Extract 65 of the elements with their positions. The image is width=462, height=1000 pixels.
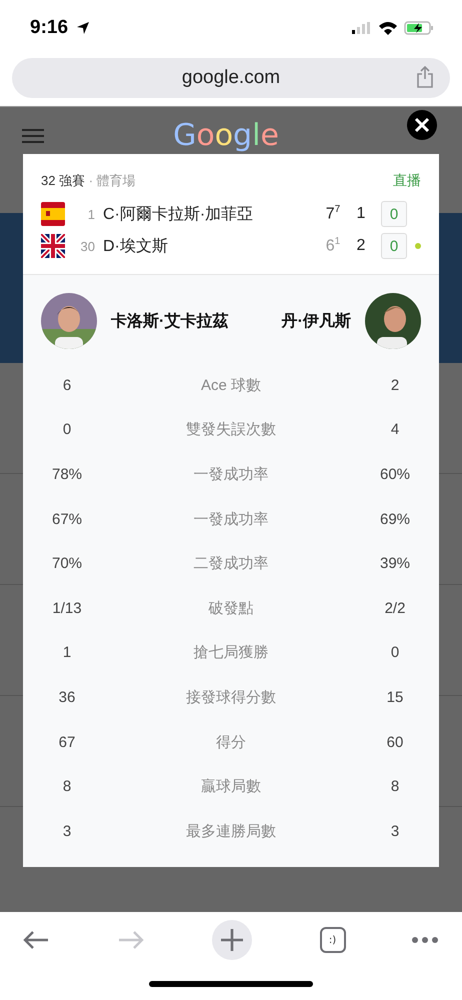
stat-value: 3 — [390, 822, 400, 840]
close-icon — [414, 117, 430, 133]
stat-label: 贏球局數 — [200, 777, 262, 796]
stat-value: 78% — [50, 466, 84, 483]
more-icon[interactable] — [412, 937, 438, 943]
player-name: C·阿爾卡拉斯·加菲亞 — [103, 204, 254, 224]
share-icon[interactable] — [416, 66, 434, 88]
close-button[interactable] — [407, 110, 437, 140]
set-score: 2 — [356, 237, 366, 255]
seed-number: 1 — [86, 206, 95, 222]
wifi-icon — [378, 21, 398, 35]
signal-icon — [352, 22, 372, 34]
stat-label: 一發成功率 — [192, 464, 270, 484]
stat-value: 2/2 — [384, 600, 406, 617]
location-arrow-icon — [76, 21, 90, 35]
stat-label: 得分 — [215, 732, 247, 752]
stat-value: 0 — [62, 421, 72, 438]
stat-label: 雙發失誤次數 — [185, 420, 277, 440]
stat-value: 39% — [378, 555, 412, 572]
stat-value: 3 — [62, 822, 72, 840]
google-logo: Google — [173, 120, 279, 152]
menu-icon[interactable] — [22, 128, 44, 144]
stat-value: 60% — [378, 466, 412, 483]
stat-label: Ace 球數 — [200, 376, 262, 395]
player-name: 卡洛斯·艾卡拉茲 — [111, 312, 228, 332]
player-name: D·埃文斯 — [103, 236, 169, 256]
address-bar[interactable]: google.com — [12, 58, 450, 98]
stat-value: 67 — [58, 734, 76, 751]
stat-value: 6 — [62, 376, 72, 394]
seed-number: 30 — [80, 238, 95, 254]
stat-label: 破發點 — [208, 598, 254, 618]
player-name: 丹·伊凡斯 — [282, 312, 351, 332]
set-score: 7$^{7}$ — [324, 204, 342, 224]
point-score: 0 — [381, 233, 407, 259]
back-icon[interactable] — [22, 930, 50, 950]
stat-label: 接發球得分數 — [185, 688, 277, 707]
round-label: 32 強賽 · 體育場 — [41, 172, 136, 190]
stat-label: 最多連勝局數 — [185, 822, 277, 841]
stat-value: 2 — [390, 376, 400, 394]
stat-value: 4 — [390, 421, 400, 438]
tabs-button[interactable]: :) — [320, 927, 346, 953]
stat-value: 60 — [386, 734, 404, 751]
status-time: 9:16 — [30, 17, 68, 39]
stat-value: 1/13 — [51, 600, 83, 617]
stat-label: 二發成功率 — [192, 554, 270, 574]
stat-value: 70% — [50, 555, 84, 572]
stat-value: 1 — [62, 644, 72, 662]
stat-value: 69% — [378, 510, 412, 528]
stat-value: 67% — [50, 510, 84, 528]
stat-value: 36 — [58, 688, 76, 706]
live-label: 直播 — [393, 172, 421, 190]
battery-charging-icon — [404, 21, 434, 35]
stat-value: 8 — [390, 778, 400, 796]
stat-label: 一發成功率 — [192, 510, 270, 529]
set-score: 6$^{1}$ — [324, 236, 342, 256]
stat-value: 0 — [390, 644, 400, 662]
stat-label: 搶七局獲勝 — [192, 643, 270, 662]
spain-flag-icon — [41, 202, 65, 226]
point-score: 0 — [381, 201, 407, 227]
union-flag-icon — [41, 234, 65, 258]
stat-value: 8 — [62, 778, 72, 796]
stat-value: 15 — [386, 688, 404, 706]
set-score: 1 — [356, 205, 366, 223]
new-tab-button[interactable] — [211, 919, 253, 961]
url-text: google.com — [182, 67, 280, 89]
